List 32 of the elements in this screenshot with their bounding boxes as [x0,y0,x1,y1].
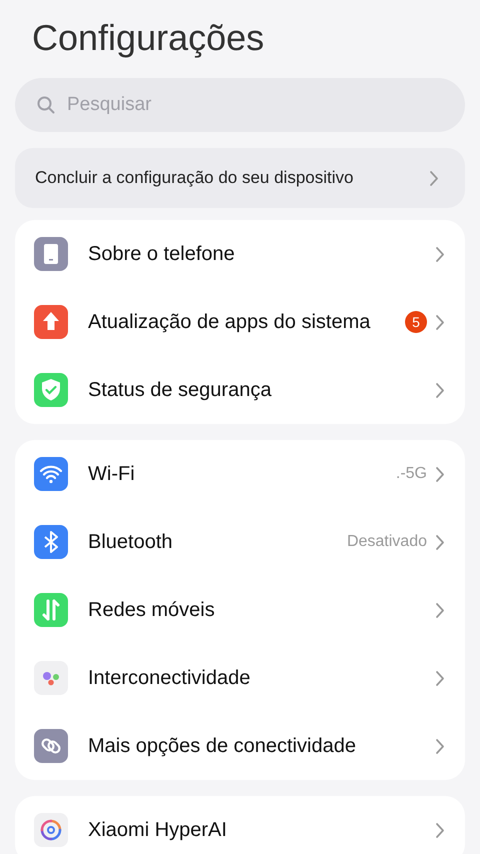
chevron-right-icon [435,822,445,838]
settings-row[interactable]: Xiaomi HyperAI [15,796,465,854]
page-title: Configurações [31,16,266,60]
chevron-right-icon [435,246,445,262]
chevron-right-icon [435,670,445,686]
bluetooth-icon [34,525,68,559]
setup-banner[interactable]: Concluir a configuração do seu dispositivo [15,148,465,208]
link-icon [34,729,68,763]
search-icon [37,96,55,114]
chevron-right-icon [429,170,439,186]
settings-row[interactable]: Mais opções de conectividade [15,712,465,780]
search-field[interactable]: Pesquisar [15,78,465,132]
chevron-right-icon [435,466,445,482]
settings-row[interactable]: Bluetooth Desativado [15,508,465,576]
chevron-right-icon [435,534,445,550]
shield-icon [34,373,68,407]
wifi-icon [34,457,68,491]
arrows-icon [34,593,68,627]
swirl-icon [34,813,68,847]
settings-row[interactable]: Interconectividade [15,644,465,712]
settings-row[interactable]: Atualização de apps do sistema 5 [15,288,465,356]
count-badge: 5 [405,311,427,333]
settings-row[interactable]: Redes móveis [15,576,465,644]
chevron-right-icon [435,602,445,618]
settings-row[interactable]: Wi-Fi .-5G [15,440,465,508]
settings-row[interactable]: Sobre o telefone [15,220,465,288]
phone-icon [34,237,68,271]
chevron-right-icon [435,382,445,398]
settings-row[interactable]: Status de segurança [15,356,465,424]
chevron-right-icon [435,314,445,330]
dots-icon [34,661,68,695]
chevron-right-icon [435,738,445,754]
